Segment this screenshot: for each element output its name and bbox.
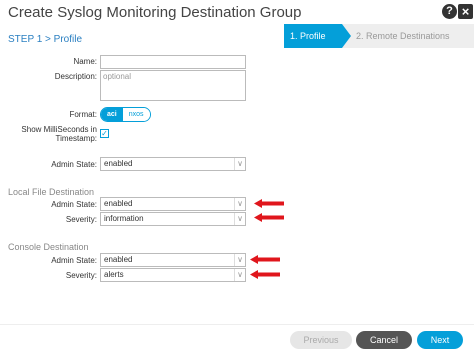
format-label: Format: <box>69 110 97 119</box>
console-admin-state-select[interactable]: enabled ∨ <box>100 253 246 267</box>
console-heading: Console Destination <box>8 242 89 252</box>
step-breadcrumb: STEP 1 > Profile <box>8 34 83 45</box>
local-severity-label: Severity: <box>65 215 97 224</box>
show-ms-label-line2: Timestamp: <box>55 134 98 143</box>
format-option-aci[interactable]: aci <box>101 108 123 121</box>
annotation-arrow-icon <box>254 213 284 222</box>
wizard-step-remote-destinations[interactable]: 2. Remote Destinations <box>342 24 474 48</box>
console-severity-select[interactable]: alerts ∨ <box>100 268 246 282</box>
annotation-arrow-icon <box>254 199 284 208</box>
wizard-step-profile[interactable]: 1. Profile <box>284 24 351 48</box>
format-option-nxos[interactable]: nxos <box>122 108 150 121</box>
local-admin-state-select[interactable]: enabled ∨ <box>100 197 246 211</box>
console-admin-state-label: Admin State: <box>51 256 97 265</box>
chevron-down-icon: ∨ <box>234 198 245 210</box>
name-field[interactable] <box>100 55 246 69</box>
help-icon[interactable]: ? <box>442 4 457 19</box>
name-label: Name: <box>73 57 97 66</box>
chevron-down-icon: ∨ <box>234 269 245 281</box>
show-ms-checkbox[interactable]: ✓ <box>100 129 109 138</box>
close-icon[interactable]: × <box>458 4 473 19</box>
console-admin-state-value: enabled <box>104 255 133 264</box>
description-field[interactable]: optional <box>100 70 246 101</box>
chevron-down-icon: ∨ <box>234 158 245 170</box>
next-button[interactable]: Next <box>417 331 463 349</box>
dialog-title: Create Syslog Monitoring Destination Gro… <box>8 4 302 21</box>
local-admin-state-label: Admin State: <box>51 200 97 209</box>
admin-state-value: enabled <box>104 159 133 168</box>
local-severity-value: information <box>104 214 144 223</box>
admin-state-select[interactable]: enabled ∨ <box>100 157 246 171</box>
cancel-button[interactable]: Cancel <box>356 331 412 349</box>
chevron-down-icon: ∨ <box>234 213 245 225</box>
footer-divider <box>0 324 474 325</box>
local-file-heading: Local File Destination <box>8 187 95 197</box>
console-severity-label: Severity: <box>65 271 97 280</box>
local-severity-select[interactable]: information ∨ <box>100 212 246 226</box>
annotation-arrow-icon <box>250 270 280 279</box>
chevron-down-icon: ∨ <box>234 254 245 266</box>
local-admin-state-value: enabled <box>104 199 133 208</box>
console-severity-value: alerts <box>104 270 124 279</box>
previous-button[interactable]: Previous <box>290 331 352 349</box>
show-ms-label-line1: Show MilliSeconds in <box>21 125 97 134</box>
format-toggle[interactable]: aci nxos <box>100 107 151 122</box>
admin-state-label: Admin State: <box>51 160 97 169</box>
description-label: Description: <box>54 72 97 81</box>
wizard-steps: 1. Profile 2. Remote Destinations <box>284 24 474 48</box>
annotation-arrow-icon <box>250 255 280 264</box>
